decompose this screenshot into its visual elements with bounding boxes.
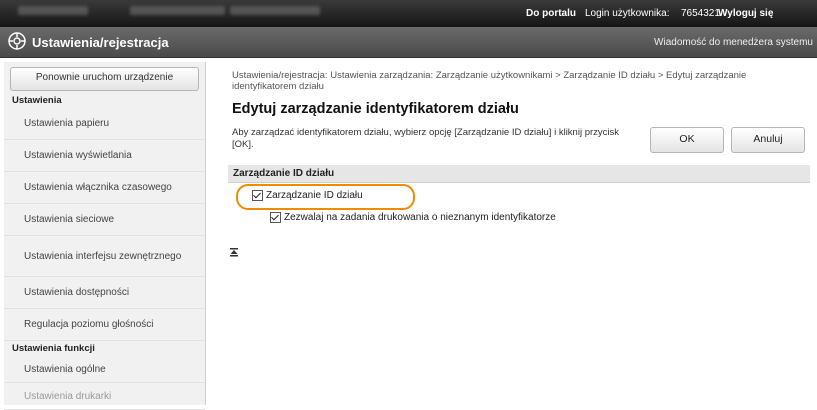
sidebar-item-network[interactable]: Ustawienia sieciowe — [4, 204, 205, 236]
sidebar: Ponownie uruchom urządzenie Ustawienia U… — [4, 62, 206, 410]
sidebar-item-timer[interactable]: Ustawienia włącznika czasowego — [4, 172, 205, 204]
title-bar: Ustawienia/rejestracja Wiadomość do mene… — [0, 27, 817, 58]
top-bar: Do portalu Login użytkownika: 7654321 Wy… — [0, 0, 817, 27]
sidebar-section-functions: Ustawienia funkcji — [12, 343, 95, 354]
blurred-header-strip — [130, 6, 225, 15]
app-title: Ustawienia/rejestracja — [32, 35, 169, 50]
sidebar-section-settings: Ustawienia — [12, 95, 62, 106]
to-top-icon[interactable] — [229, 247, 239, 257]
allow-unknown-id-label: Zezwalaj na zadania drukowania o nieznan… — [284, 212, 556, 223]
allow-unknown-id-checkbox[interactable] — [270, 212, 281, 223]
sidebar-item-general[interactable]: Ustawienia ogólne — [4, 356, 205, 383]
sidebar-item-printer[interactable]: Ustawienia drukarki — [4, 383, 205, 410]
sidebar-item-accessibility[interactable]: Ustawienia dostępności — [4, 277, 205, 309]
login-label: Login użytkownika: — [585, 8, 670, 19]
settings-logo-icon — [8, 32, 26, 50]
blurred-header-strip — [18, 6, 88, 15]
sidebar-item-display[interactable]: Ustawienia wyświetlania — [4, 140, 205, 172]
page-title: Edytuj zarządzanie identyfikatorem dział… — [232, 101, 519, 117]
highlight-ring — [236, 184, 415, 210]
sidebar-item-volume[interactable]: Regulacja poziomu głośności — [4, 309, 205, 341]
allow-unknown-id-checkbox-row[interactable]: Zezwalaj na zadania drukowania o nieznan… — [270, 212, 556, 223]
sidebar-item-interface[interactable]: Ustawienia interfejsu zewnętrznego — [4, 236, 205, 277]
section-header: Zarządzanie ID działu — [228, 165, 810, 183]
portal-link[interactable]: Do portalu — [526, 8, 576, 19]
user-id: 7654321 — [681, 8, 720, 19]
sidebar-item-paper[interactable]: Ustawienia papieru — [4, 108, 205, 140]
blurred-header-strip — [230, 6, 320, 15]
logout-link[interactable]: Wyloguj się — [718, 8, 773, 19]
page-description: Aby zarządzać identyfikatorem działu, wy… — [232, 127, 620, 150]
message-to-admin-link[interactable]: Wiadomość do menedżera systemu — [654, 37, 813, 48]
breadcrumb: Ustawienia/rejestracja: Ustawienia zarzą… — [232, 70, 747, 92]
restart-device-button[interactable]: Ponownie uruchom urządzenie — [10, 67, 199, 91]
cancel-button[interactable]: Anuluj — [731, 127, 805, 153]
ok-button[interactable]: OK — [650, 127, 724, 153]
